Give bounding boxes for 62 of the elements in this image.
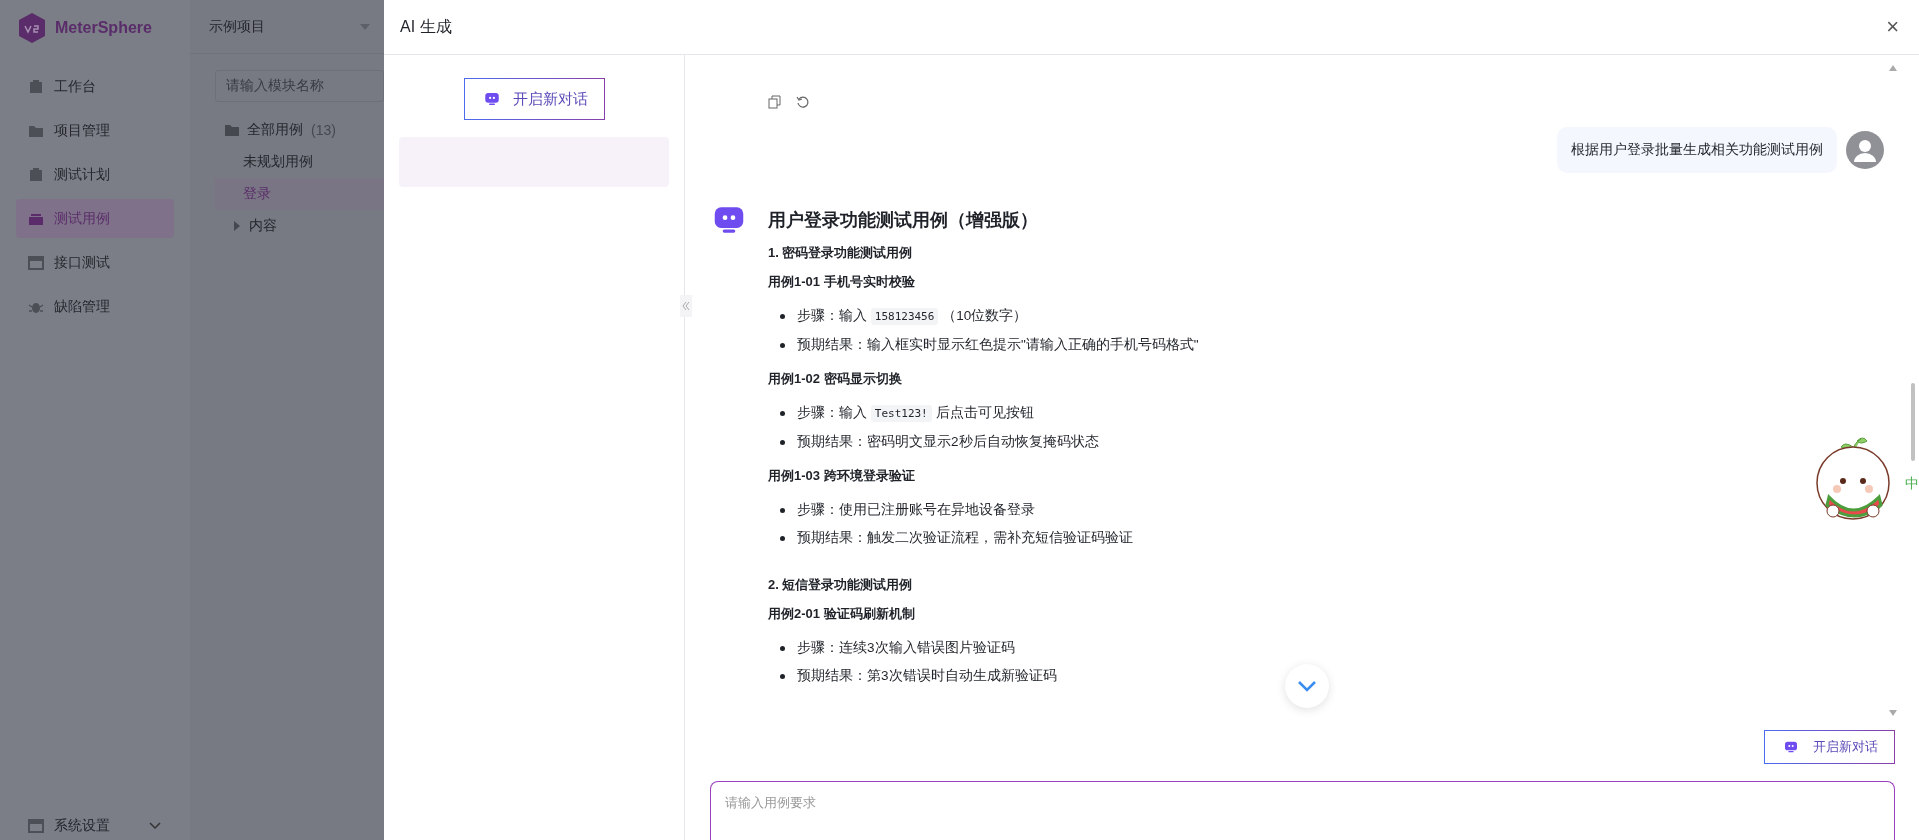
bullet-dot-icon [780, 645, 785, 651]
bullet-dot-icon [780, 314, 785, 319]
folder-icon [225, 124, 239, 136]
input-field[interactable]: 请输入用例要求 [710, 781, 1895, 840]
brand-name: MeterSphere [55, 18, 152, 37]
bullet-text: 步骤：输入 Test123! 后点击可见按钮 [797, 404, 1034, 424]
bullet-dot-icon [780, 411, 785, 416]
window-icon [28, 254, 44, 271]
bullet-dot-icon [780, 507, 785, 513]
robot-icon [482, 90, 501, 108]
nav-item[interactable]: 项目管理 [16, 111, 174, 150]
bullet-dot-icon [780, 342, 785, 348]
chevron-down-icon [1297, 680, 1317, 692]
bullet-dot-icon [780, 673, 785, 679]
scroll-down-button[interactable] [1285, 664, 1329, 708]
user-message: 根据用户登录批量生成相关功能测试用例 [1557, 127, 1837, 173]
copy-icon[interactable] [768, 95, 782, 109]
scroll-up-icon[interactable] [1889, 65, 1897, 71]
caret-down-icon[interactable] [360, 23, 370, 30]
project-selector[interactable]: 示例项目 [209, 17, 265, 36]
section-heading: 1. 密码登录功能测试用例 [768, 244, 914, 262]
bullet-text: 步骤：使用已注册账号在异地设备登录 [797, 501, 1035, 519]
bullet-text: 预期结果：第3次错误时自动生成新验证码 [797, 667, 1057, 685]
bullet-text: 预期结果：触发二次验证流程，需补充短信验证码验证 [797, 529, 1133, 547]
scroll-down-icon[interactable] [1889, 710, 1897, 716]
chevron-down-icon[interactable] [148, 821, 162, 831]
case-title: 用例2-01 验证码刷新机制 [768, 605, 916, 623]
scrollbar[interactable] [1911, 383, 1915, 461]
case-title: 用例1-03 跨环境登录验证 [768, 467, 916, 485]
tree-item[interactable]: 登录 [215, 178, 384, 210]
bullet-dot-icon [780, 535, 785, 541]
nav-item[interactable]: 系统设置 [54, 817, 138, 835]
case-title: 用例1-02 密码显示切换 [768, 370, 903, 388]
robot-icon [1783, 739, 1799, 755]
cube-logo-icon [17, 11, 47, 44]
close-button[interactable]: × [1882, 14, 1903, 40]
clipboard-icon [28, 78, 44, 95]
caret-right-icon[interactable] [233, 221, 241, 231]
avatar-icon [1846, 131, 1884, 169]
nav-item[interactable]: 工作台 [16, 67, 174, 106]
collapse-icon[interactable] [680, 295, 692, 317]
bullet-text: 步骤：输入 158123456 （10位数字） [797, 307, 1028, 327]
bullet-text: 步骤：连续3次输入错误图片验证码 [797, 639, 1015, 657]
bullet-text: 预期结果：输入框实时显示红色提示"请输入正确的手机号码格式" [797, 336, 1199, 354]
search-field[interactable]: 请输入模块名称 [215, 70, 384, 102]
refresh-icon[interactable] [796, 95, 810, 109]
mascot-status: 中 [1905, 475, 1919, 493]
clipboard-icon [28, 166, 44, 183]
bullet-text: 预期结果：密码明文显示2秒后自动恢复掩码状态 [797, 433, 1099, 451]
nav-item[interactable]: 缺陷管理 [16, 287, 174, 326]
reply-title: 用户登录功能测试用例（增强版） [768, 209, 1039, 232]
tree-item[interactable]: 未规划用例 [215, 146, 384, 178]
section-heading: 2. 短信登录功能测试用例 [768, 576, 914, 594]
nav-item[interactable]: 测试计划 [16, 155, 174, 194]
drawer-title: AI 生成 [400, 16, 452, 37]
case-title: 用例1-01 手机号实时校验 [768, 273, 916, 291]
tree-item[interactable]: 内容 [215, 210, 384, 242]
new-chat-button[interactable]: 开启新对话 [1764, 730, 1895, 764]
nav-item[interactable]: 测试用例 [16, 199, 174, 238]
nav-item[interactable]: 接口测试 [16, 243, 174, 282]
new-chat-button[interactable]: 开启新对话 [463, 78, 605, 120]
bullet-dot-icon [780, 439, 785, 445]
